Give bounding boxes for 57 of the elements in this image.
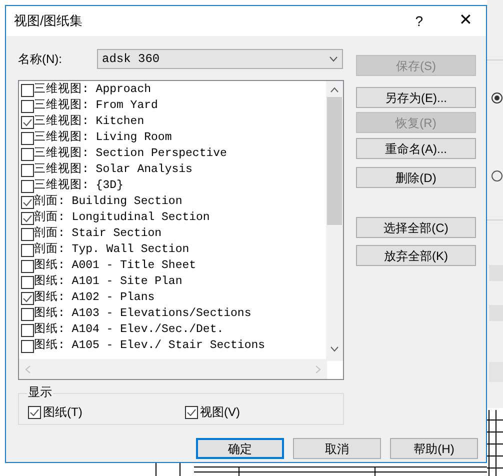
scroll-down-icon[interactable] [330, 346, 339, 352]
checkbox-label[interactable]: 视图(V) [200, 403, 240, 421]
list-item-label[interactable]: 三维视图: {3D} [34, 178, 124, 194]
list-item-label[interactable]: 三维视图: Approach [34, 82, 152, 98]
vertical-scrollbar[interactable] [326, 81, 343, 361]
checkbox[interactable] [21, 116, 34, 128]
checkbox[interactable] [21, 292, 34, 304]
action-button[interactable]: 放弃全部(K) [356, 245, 476, 266]
checkbox[interactable] [185, 406, 198, 418]
list-item-label[interactable]: 图纸: A105 - Elev./ Stair Sections [34, 338, 266, 354]
list-item-label[interactable]: 剖面: Stair Section [34, 226, 162, 242]
action-button[interactable]: 另存为(E)... [356, 87, 476, 108]
checkbox[interactable] [21, 164, 34, 176]
checkbox[interactable] [21, 148, 34, 160]
scroll-up-icon[interactable] [330, 87, 339, 93]
help-button[interactable]: ? [415, 10, 423, 32]
list-item-label[interactable]: 图纸: A102 - Plans [34, 290, 155, 306]
scrollbar-thumb[interactable] [327, 97, 342, 225]
list-item-label[interactable]: 图纸: A103 - Elevations/Sections [34, 306, 252, 322]
list-item-label[interactable]: 三维视图: Section Perspective [34, 146, 227, 162]
checkbox[interactable] [21, 132, 34, 144]
list-item-label[interactable]: 图纸: A101 - Site Plan [34, 274, 182, 290]
checkbox-label[interactable]: 图纸(T) [43, 403, 82, 421]
checkbox[interactable] [21, 84, 34, 96]
name-label: 名称(N): [18, 51, 63, 68]
list-item-label[interactable]: 三维视图: Living Room [34, 130, 172, 146]
checkbox[interactable] [21, 244, 34, 256]
checkbox[interactable] [21, 260, 34, 272]
checkbox[interactable] [21, 228, 34, 240]
name-dropdown[interactable]: adsk 360 [97, 49, 343, 69]
checkbox[interactable] [21, 340, 34, 352]
checkbox[interactable] [21, 212, 34, 224]
checkbox[interactable] [21, 308, 34, 320]
dialog-button[interactable]: 确定 [196, 438, 284, 459]
window-title: 视图/图纸集 [14, 12, 83, 30]
checkbox[interactable] [21, 196, 34, 208]
action-button[interactable]: 重命名(A)... [356, 138, 476, 159]
action-button[interactable]: 选择全部(C) [356, 217, 476, 238]
chevron-down-icon [329, 56, 338, 62]
dialog-button[interactable]: 取消 [293, 438, 381, 459]
dialog-button[interactable]: 帮助(H) [390, 438, 478, 459]
checkbox[interactable] [21, 100, 34, 112]
list-item-label[interactable]: 图纸: A104 - Elev./Sec./Det. [34, 322, 224, 338]
list-item-label[interactable]: 剖面: Longitudinal Section [34, 210, 210, 226]
list-item-label[interactable]: 三维视图: Solar Analysis [34, 162, 192, 178]
list-item-label[interactable]: 剖面: Building Section [34, 194, 182, 210]
close-button[interactable]: ✕ [459, 9, 472, 33]
list-item-label[interactable]: 图纸: A001 - Title Sheet [34, 258, 196, 274]
group-title: 显示 [27, 384, 53, 400]
checkbox[interactable] [21, 276, 34, 288]
checkbox[interactable] [21, 324, 34, 336]
action-button[interactable]: 删除(D) [356, 167, 476, 188]
list-item-label[interactable]: 三维视图: Kitchen [34, 114, 144, 130]
checkbox[interactable] [21, 180, 34, 192]
checkbox[interactable] [28, 406, 41, 418]
list-item-label[interactable]: 剖面: Typ. Wall Section [34, 242, 190, 258]
list-item-label[interactable]: 三维视图: From Yard [34, 98, 158, 114]
